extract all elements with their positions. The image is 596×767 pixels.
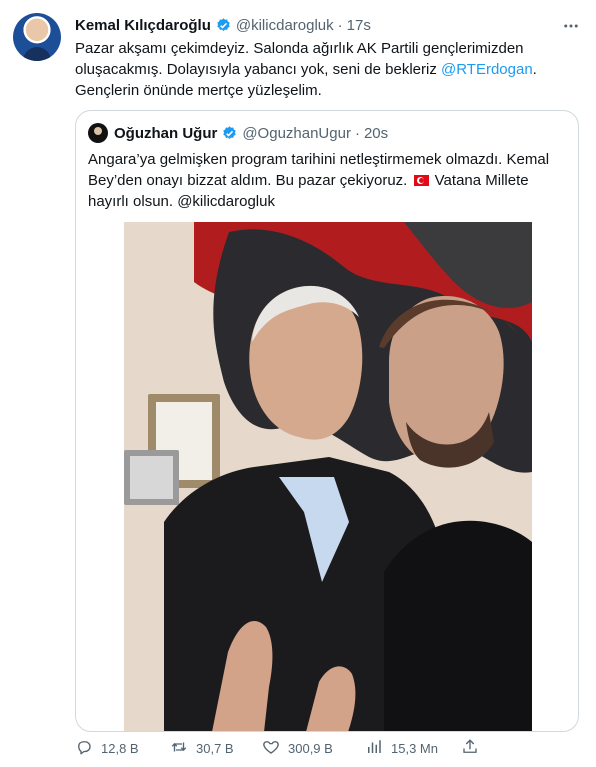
like-icon: [262, 738, 280, 759]
quoted-tweet-header: Oğuzhan Uğur @OguzhanUgur · 20s: [114, 123, 388, 143]
retweet-icon: [170, 738, 188, 759]
reply-button[interactable]: 12,8 B: [75, 738, 170, 758]
separator: ·: [354, 124, 360, 142]
author-avatar[interactable]: [13, 13, 61, 61]
photo-illustration: [124, 222, 532, 731]
quoted-tweet[interactable]: Oğuzhan Uğur @OguzhanUgur · 20s Angara’y…: [75, 110, 579, 732]
mention-link[interactable]: @RTErdogan: [441, 61, 533, 78]
retweet-button[interactable]: 30,7 B: [170, 738, 262, 758]
tweet-text: Pazar akşamı çekimdeyiz. Salonda ağırlık…: [75, 38, 575, 101]
verified-badge-icon: [221, 125, 238, 142]
tweet-card[interactable]: Kemal Kılıçdaroğlu @kilicdarogluk · 17s …: [0, 0, 596, 767]
quoted-author-name[interactable]: Oğuzhan Uğur: [114, 125, 217, 142]
separator: ·: [337, 16, 343, 34]
like-button[interactable]: 300,9 B: [262, 738, 365, 758]
quoted-photo[interactable]: [124, 222, 532, 731]
like-count: 300,9 B: [288, 740, 333, 756]
turkey-flag-icon: [413, 175, 429, 186]
tweet-time[interactable]: 17s: [347, 17, 371, 34]
views-icon: [365, 738, 383, 759]
quoted-tweet-text: Angara’ya gelmişken program tarihini net…: [88, 149, 564, 212]
author-name[interactable]: Kemal Kılıçdaroğlu: [75, 17, 211, 34]
more-icon[interactable]: [560, 15, 582, 37]
tweet-actions: 12,8 B 30,7 B 300,9 B 15,3 Mn: [75, 738, 579, 758]
reply-icon: [75, 738, 93, 759]
author-handle[interactable]: @kilicdarogluk: [236, 17, 334, 34]
share-button[interactable]: [461, 738, 479, 758]
quoted-tweet-time[interactable]: 20s: [364, 125, 388, 142]
quoted-author-handle[interactable]: @OguzhanUgur: [242, 125, 351, 142]
quoted-author-avatar[interactable]: [88, 123, 108, 143]
verified-badge-icon: [215, 17, 232, 34]
reply-count: 12,8 B: [101, 740, 139, 756]
views-button[interactable]: 15,3 Mn: [365, 738, 461, 758]
retweet-count: 30,7 B: [196, 740, 234, 756]
views-count: 15,3 Mn: [391, 740, 438, 756]
tweet-header: Kemal Kılıçdaroğlu @kilicdarogluk · 17s: [75, 15, 371, 35]
share-icon: [461, 738, 479, 759]
